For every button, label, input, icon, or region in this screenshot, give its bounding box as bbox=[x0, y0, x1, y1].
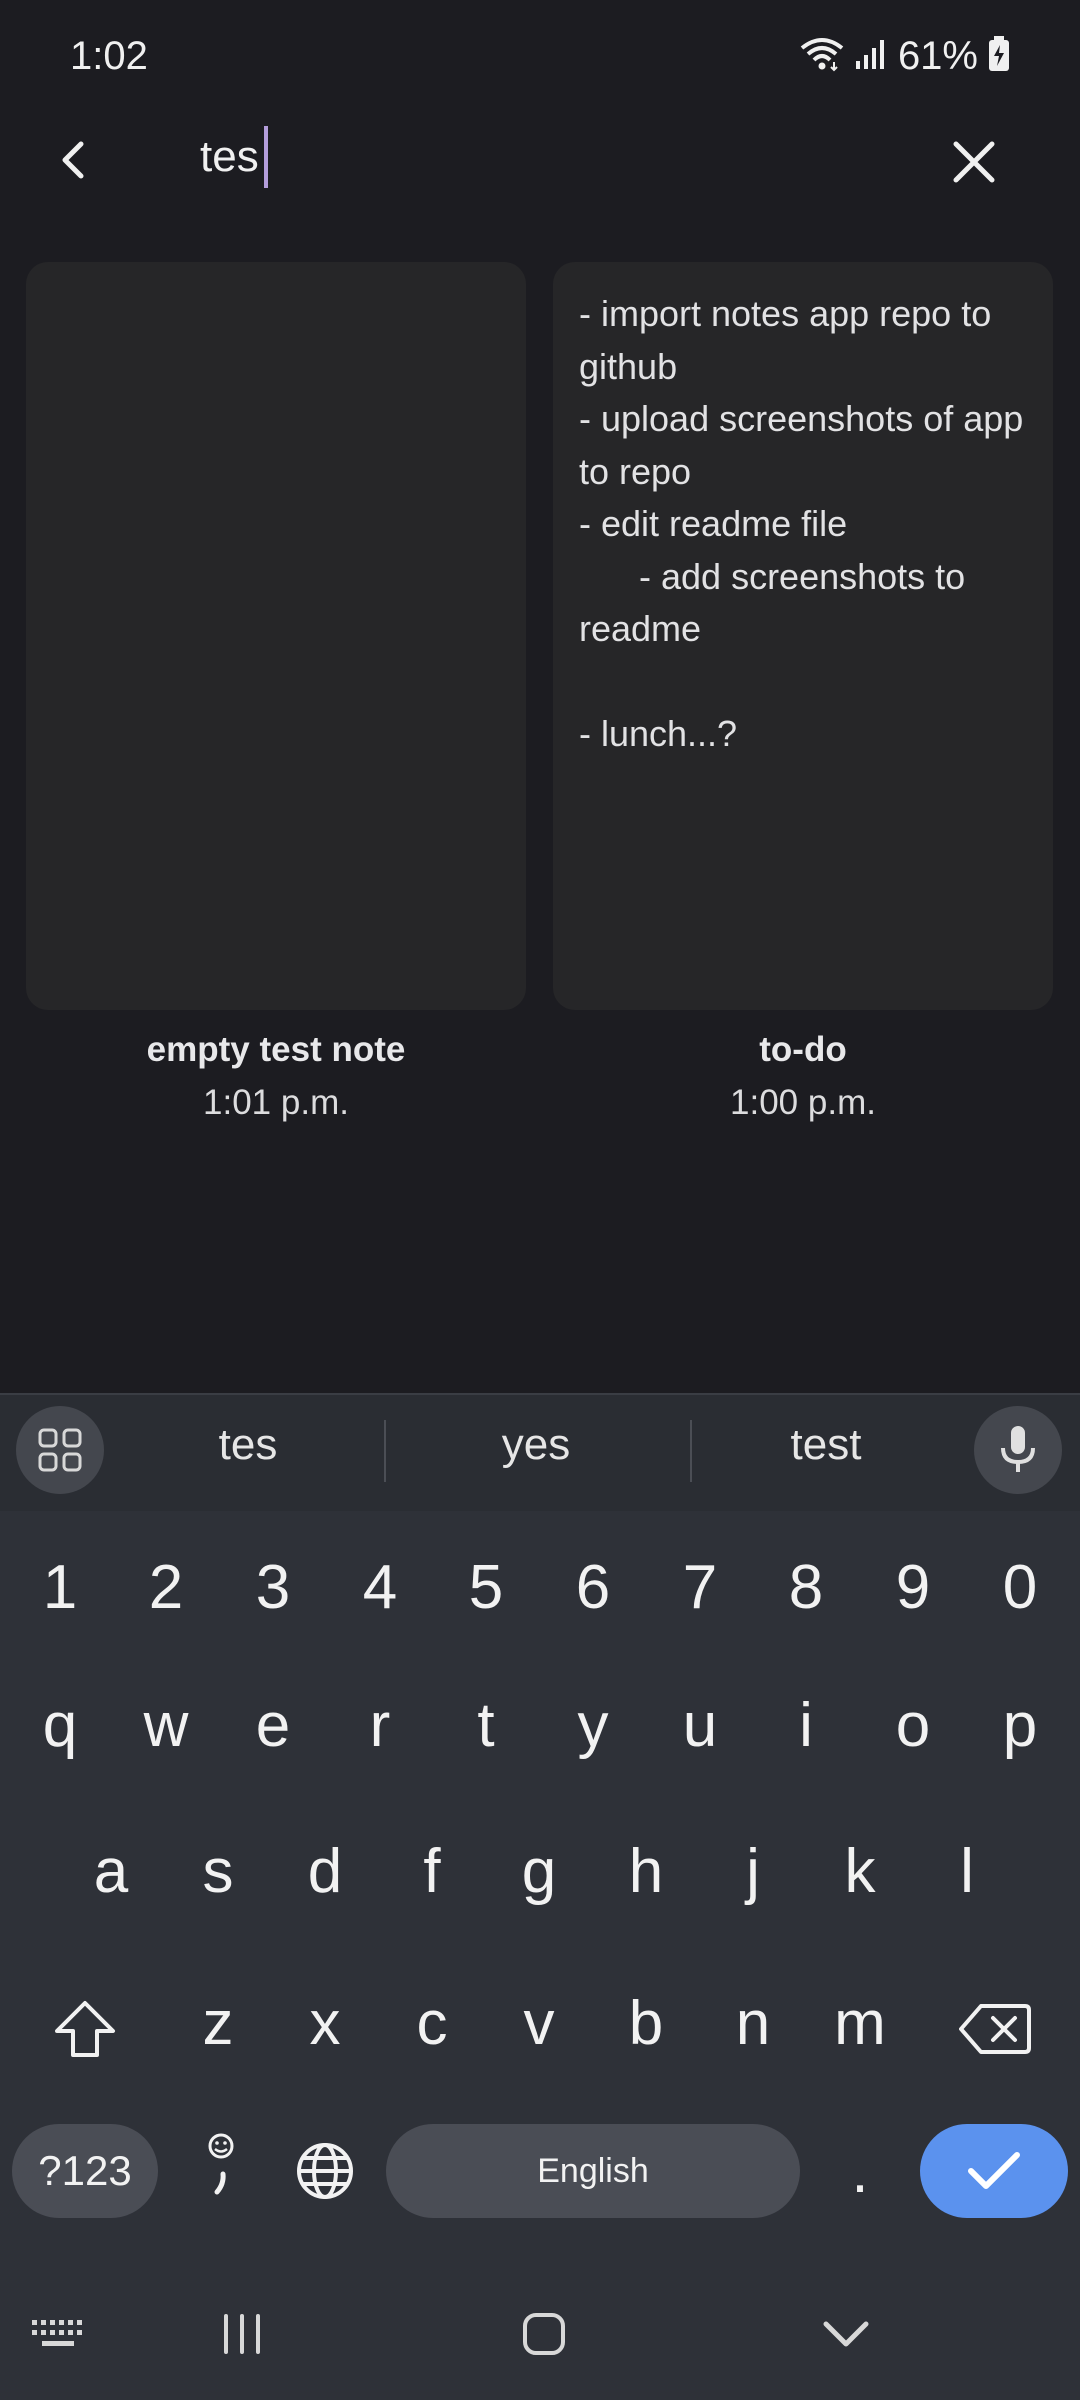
suggestion-divider bbox=[384, 1420, 386, 1482]
backspace-key[interactable] bbox=[950, 1990, 1040, 2068]
key-6[interactable]: 6 bbox=[540, 1552, 646, 1623]
home-icon bbox=[523, 2313, 565, 2355]
note-body: - import notes app repo to github - uplo… bbox=[579, 293, 1024, 754]
key-4[interactable]: 4 bbox=[327, 1552, 433, 1623]
keyboard-icon bbox=[32, 2320, 82, 2346]
grid-icon bbox=[38, 1428, 82, 1472]
key-9[interactable]: 9 bbox=[860, 1552, 966, 1623]
key-s[interactable]: s bbox=[165, 1836, 271, 1907]
shift-icon bbox=[55, 2001, 115, 2057]
key-1[interactable]: 1 bbox=[7, 1552, 113, 1623]
note-card-empty-test-note[interactable] bbox=[26, 262, 526, 1010]
key-z[interactable]: z bbox=[165, 1988, 271, 2059]
emoji-comma-key[interactable] bbox=[190, 2124, 252, 2218]
status-icons: 61% bbox=[800, 34, 1010, 79]
globe-icon bbox=[297, 2143, 353, 2199]
key-q[interactable]: q bbox=[7, 1690, 113, 1761]
key-w[interactable]: w bbox=[113, 1690, 219, 1761]
key-a[interactable]: a bbox=[58, 1836, 164, 1907]
microphone-icon bbox=[1001, 1426, 1035, 1472]
checkmark-icon bbox=[968, 2152, 1020, 2189]
key-h[interactable]: h bbox=[593, 1836, 699, 1907]
status-time: 1:02 bbox=[70, 34, 148, 78]
key-3[interactable]: 3 bbox=[220, 1552, 326, 1623]
note-title: to-do bbox=[759, 1030, 847, 1069]
suggestion[interactable]: yes bbox=[396, 1420, 676, 1470]
key-0[interactable]: 0 bbox=[967, 1552, 1073, 1623]
key-o[interactable]: o bbox=[860, 1690, 966, 1761]
key-l[interactable]: l bbox=[914, 1836, 1020, 1907]
note-card-to-do[interactable]: - import notes app repo to github - uplo… bbox=[553, 262, 1053, 1010]
text-caret bbox=[264, 126, 268, 188]
back-button[interactable] bbox=[50, 130, 94, 190]
search-input[interactable]: tes bbox=[200, 132, 259, 182]
recents-icon bbox=[224, 2314, 260, 2354]
note-title: empty test note bbox=[146, 1030, 406, 1069]
key-i[interactable]: i bbox=[753, 1690, 859, 1761]
space-key[interactable]: English bbox=[386, 2124, 800, 2218]
key-b[interactable]: b bbox=[593, 1988, 699, 2059]
keyboard-switch-button[interactable] bbox=[30, 2314, 86, 2354]
key-2[interactable]: 2 bbox=[113, 1552, 219, 1623]
home-button[interactable] bbox=[520, 2310, 568, 2358]
backspace-icon bbox=[959, 2004, 1031, 2054]
key-7[interactable]: 7 bbox=[647, 1552, 753, 1623]
key-t[interactable]: t bbox=[433, 1690, 539, 1761]
key-c[interactable]: c bbox=[379, 1988, 485, 2059]
clear-search-button[interactable] bbox=[948, 136, 1000, 188]
key-y[interactable]: y bbox=[540, 1690, 646, 1761]
wifi-icon bbox=[800, 36, 844, 77]
key-v[interactable]: v bbox=[486, 1988, 592, 2059]
suggestion[interactable]: tes bbox=[108, 1420, 388, 1470]
battery-percent: 61% bbox=[897, 34, 978, 78]
voice-input-button[interactable] bbox=[974, 1406, 1062, 1494]
suggestion[interactable]: test bbox=[686, 1420, 966, 1470]
key-j[interactable]: j bbox=[700, 1836, 806, 1907]
key-m[interactable]: m bbox=[807, 1988, 913, 2059]
hide-keyboard-button[interactable] bbox=[820, 2314, 872, 2354]
chevron-left-icon bbox=[62, 141, 84, 179]
key-k[interactable]: k bbox=[807, 1836, 913, 1907]
key-p[interactable]: p bbox=[967, 1690, 1073, 1761]
done-key[interactable] bbox=[920, 2124, 1068, 2218]
note-time: 1:01 p.m. bbox=[203, 1083, 349, 1122]
key-5[interactable]: 5 bbox=[433, 1552, 539, 1623]
close-icon bbox=[953, 141, 995, 183]
key-g[interactable]: g bbox=[486, 1836, 592, 1907]
recents-button[interactable] bbox=[222, 2312, 262, 2356]
note-time: 1:00 p.m. bbox=[730, 1083, 876, 1122]
chevron-down-icon bbox=[823, 2321, 869, 2347]
signal-icon bbox=[854, 37, 888, 76]
symbols-key[interactable]: ?123 bbox=[12, 2124, 158, 2218]
period-key[interactable]: . bbox=[820, 2124, 900, 2218]
key-x[interactable]: x bbox=[272, 1988, 378, 2059]
battery-charging-icon bbox=[988, 36, 1010, 77]
key-f[interactable]: f bbox=[379, 1836, 485, 1907]
keyboard-apps-button[interactable] bbox=[16, 1406, 104, 1494]
key-d[interactable]: d bbox=[272, 1836, 378, 1907]
key-u[interactable]: u bbox=[647, 1690, 753, 1761]
key-n[interactable]: n bbox=[700, 1988, 806, 2059]
key-8[interactable]: 8 bbox=[753, 1552, 859, 1623]
emoji-icon bbox=[208, 2133, 234, 2195]
key-r[interactable]: r bbox=[327, 1690, 433, 1761]
key-e[interactable]: e bbox=[220, 1690, 326, 1761]
shift-key[interactable] bbox=[40, 1990, 130, 2068]
language-key[interactable] bbox=[294, 2140, 356, 2202]
